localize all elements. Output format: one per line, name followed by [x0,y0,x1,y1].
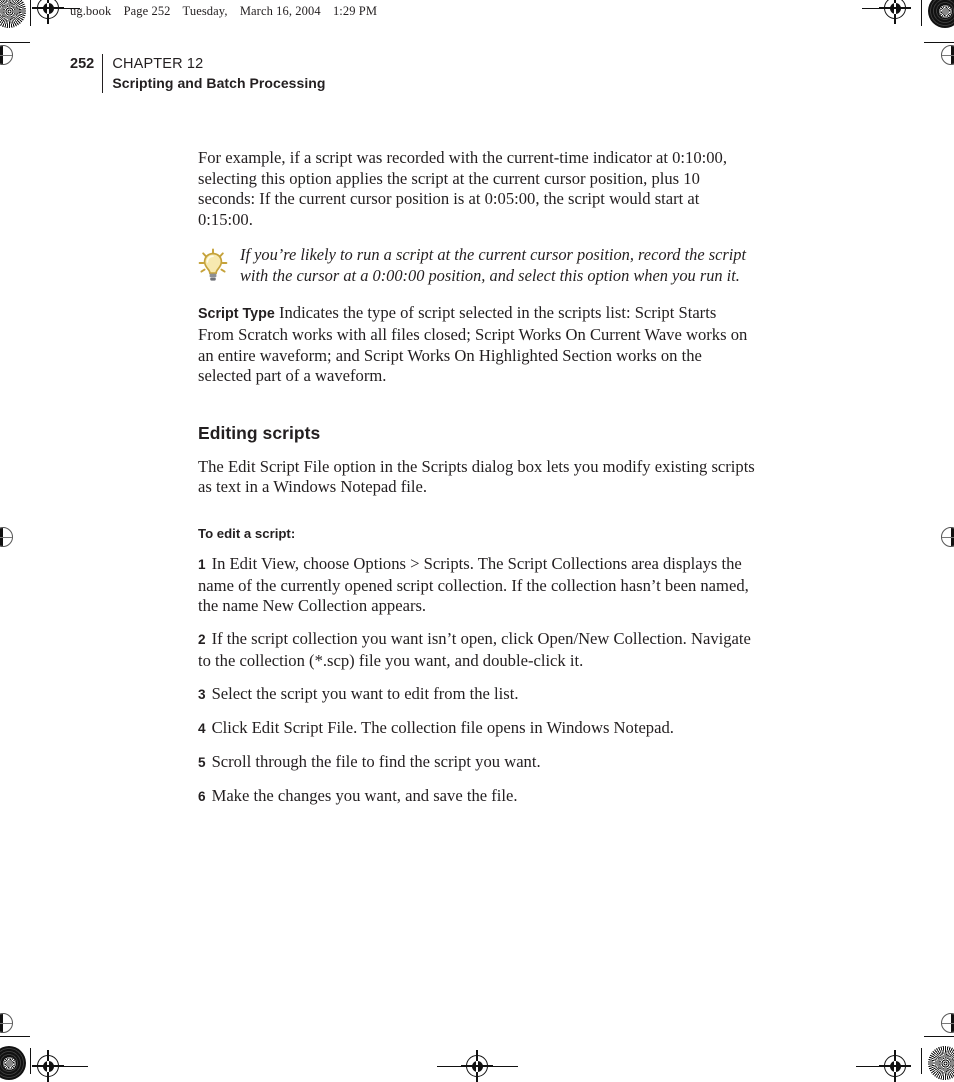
crop-line-bottom-left-horizontal [58,1066,88,1068]
crop-line-bottom-center-right [488,1066,518,1068]
step-text: Select the script you want to edit from … [211,683,519,703]
step-text: Make the changes you want, and save the … [211,786,518,806]
section-paragraph: The Edit Script File option in the Scrip… [198,456,755,497]
list-item: 2 If the script collection you want isn’t… [198,629,756,671]
step-number: 4 [198,721,206,736]
crop-line-bottom-left-vertical [30,1048,32,1074]
chapter-header-text: CHAPTER 12 Scripting and Batch Processin… [112,54,325,93]
crop-line-top-right-vertical [921,0,923,26]
chapter-title: Scripting and Batch Processing [112,75,326,91]
list-item: 5 Scroll through the file to find the scr… [198,752,756,774]
step-number: 1 [198,556,206,572]
list-item: 3 Select the script you want to edit from… [198,684,756,706]
chapter-label: CHAPTER 12 [112,56,204,72]
tip-text: If you’re likely to run a script at the … [240,245,747,286]
procedure-heading: To edit a script: [198,525,296,541]
running-header-filename: ug.book [70,4,112,18]
starburst-target-bottom-right [928,1046,954,1080]
lightbulb-icon [198,244,228,287]
registration-crosshair-top-left [32,0,64,24]
crosshair-center-dot [889,1060,901,1072]
running-header: ug.book Page 252 Tuesday, March 16, 2004… [70,4,377,19]
tip-note: If you’re likely to run a script at the … [198,244,756,287]
list-item: 1 In Edit View, choose Options > Scripts.… [198,554,756,617]
density-target-top-right [928,0,954,28]
script-type-paragraph: Script Type Indicates the type of script… [198,303,756,386]
bleed-mark-right-middle [941,527,954,547]
crop-line-right-lower [924,1036,954,1038]
page-number: 252 [70,56,95,72]
running-header-day: Tuesday, [182,4,228,18]
bleed-mark-left-middle [0,527,13,547]
step-number: 5 [198,755,206,771]
step-text: If the script collection you want isn’t … [198,629,751,670]
crop-line-top-left-vertical [30,0,32,26]
step-text: Click Edit Script File. The collection f… [211,718,674,737]
crosshair-center-dot [42,2,54,14]
starburst-target-top-left [0,0,26,28]
script-type-term: Script Type [198,306,275,323]
crop-line-bottom-right-vertical [921,1048,923,1074]
bleed-mark-left-upper [0,45,13,65]
step-text: In Edit View, choose Options > Scripts. … [198,553,749,616]
chapter-header: 252 CHAPTER 12 Scripting and Batch Proce… [70,54,326,94]
crosshair-center-dot [889,2,901,14]
step-number: 6 [198,789,206,805]
step-number: 2 [198,632,206,648]
step-text: Scroll through the file to find the scri… [211,752,541,772]
bleed-mark-right-lower [941,1013,954,1033]
crop-line-left-upper [0,42,30,44]
step-number: 3 [198,686,206,702]
density-target-bottom-left [0,1046,26,1080]
crop-line-left-lower [0,1036,30,1038]
running-header-time: 1:29 PM [332,4,378,18]
running-header-page: Page 252 [123,4,171,18]
registration-crosshair-top-right [879,0,911,24]
crosshair-center-dot [42,1060,54,1072]
chapter-header-divider [102,54,104,94]
intro-paragraph: For example, if a script was recorded wi… [198,148,727,229]
procedure-steps: 1 In Edit View, choose Options > Scripts.… [198,554,756,808]
text-column: For example, if a script was recorded wi… [198,148,756,820]
bleed-mark-right-upper [941,45,954,65]
section-heading: Editing scripts [198,422,321,443]
list-item: 6 Make the changes you want, and save the… [198,786,756,808]
crop-line-right-upper [924,42,954,44]
running-header-date: March 16, 2004 [239,4,321,18]
crosshair-center-dot [471,1060,483,1072]
list-item: 4 Click Edit Script File. The collection … [198,718,756,740]
bleed-mark-left-lower [0,1013,13,1033]
script-type-definition: Indicates the type of script selected in… [198,303,748,386]
